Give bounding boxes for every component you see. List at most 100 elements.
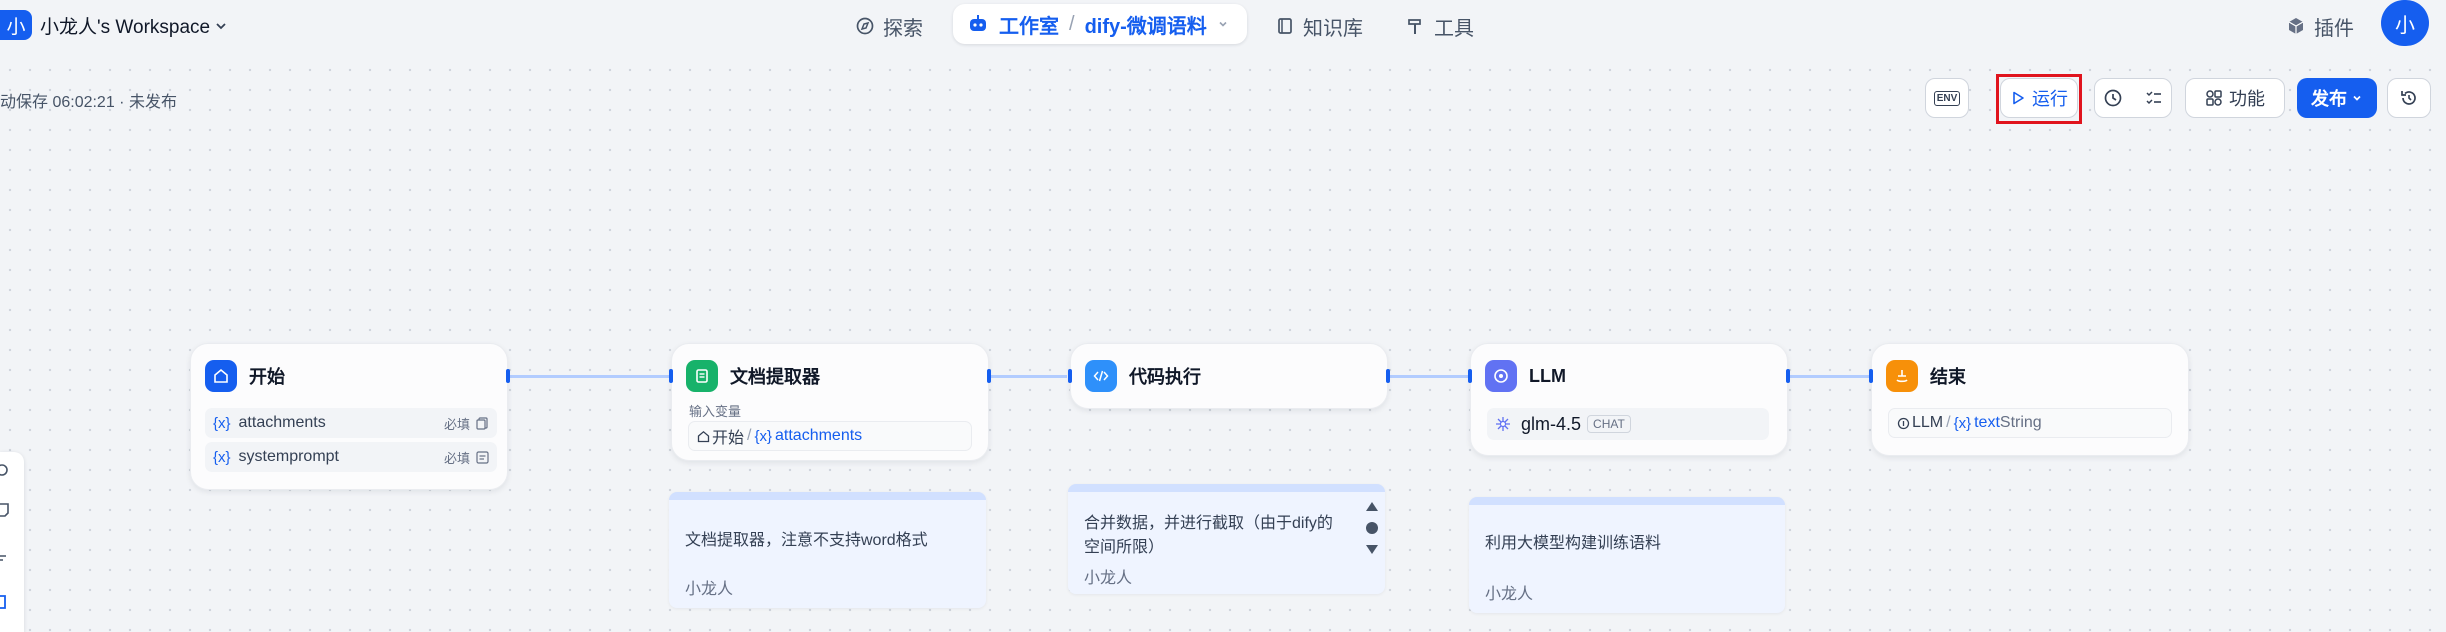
output-handle[interactable] [1386,369,1390,383]
end-output-variable[interactable]: LLM / {x} text String [1888,408,2172,438]
llm-model-selector[interactable]: glm-4.5 CHAT [1487,408,1769,440]
pointer-tool-icon[interactable] [0,462,12,478]
file-list-icon [476,416,488,430]
nav-explore-label: 探索 [883,17,923,40]
start-var-name: attachments [238,414,326,431]
note-text: 合并数据，并进行截取（由于dify的空间所限） [1084,515,1333,556]
env-icon: ENV [1933,90,1961,106]
code-icon [1085,360,1117,392]
checklist-icon[interactable] [2144,88,2164,108]
checklist-group [2094,78,2172,118]
note-doc-extractor[interactable]: 文档提取器，注意不支持word格式 小龙人 [669,492,986,608]
workspace-badge[interactable]: 小 [0,10,32,40]
note-text: 利用大模型构建训练语料 [1485,535,1662,552]
chevron-down-icon [1219,21,1227,27]
note-llm[interactable]: 利用大模型构建训练语料 小龙人 [1469,497,1785,613]
input-variable-label: 输入变量 [689,404,742,419]
compass-icon [856,17,874,35]
node-doc-extractor[interactable]: 文档提取器 输入变量 开始 / {x} attachments [669,343,991,461]
features-button[interactable]: 功能 [2185,78,2285,118]
edge-doc-code [991,375,1067,378]
node-code-header: 代码执行 [1085,360,1201,392]
note-author: 小龙人 [1084,570,1133,587]
sparkle-model-icon [1496,417,1510,431]
save-status: 动保存 06:02:21 · 未发布 [0,94,177,111]
input-handle[interactable] [1068,369,1072,383]
node-end-title: 结束 [1930,367,1966,387]
variable-icon: {x} [213,414,231,432]
node-start-header: 开始 [205,360,285,392]
node-llm[interactable]: LLM glm-4.5 CHAT [1468,343,1790,456]
history-clock-icon[interactable] [2103,88,2123,108]
edge-llm-end [1789,375,1870,378]
node-start-title: 开始 [249,367,285,387]
llm-source-icon [1897,417,1910,429]
note-author: 小龙人 [685,581,734,598]
node-code[interactable]: 代码执行 [1068,343,1390,409]
publish-button[interactable]: 发布 [2297,78,2377,118]
nav-knowledge[interactable]: 知识库 [1275,8,1363,44]
start-var-row[interactable]: {x} attachments 必填 [205,408,497,438]
user-avatar[interactable]: 小 [2381,0,2429,46]
nav-plugins[interactable]: 插件 [2286,8,2354,44]
output-handle[interactable] [987,369,991,383]
start-var-row[interactable]: {x} systemprompt 必填 [205,442,497,472]
breadcrumb-separator: / [1069,12,1075,35]
input-handle[interactable] [1468,369,1472,383]
env-button[interactable]: ENV [1925,78,1969,118]
brain-icon [1485,360,1517,392]
top-header: 小 小龙人's Workspace 探索 工作室 / dify-微调语料 知识库… [0,0,2446,56]
nav-studio-label: 工作室 [999,15,1059,38]
node-llm-header: LLM [1485,360,1566,392]
node-doc-title: 文档提取器 [730,367,820,387]
node-start[interactable]: 开始 {x} attachments 必填 {x} systemprompt 必… [190,343,510,490]
hand-tool-icon[interactable] [0,592,12,612]
robot-icon [970,15,986,31]
nav-explore[interactable]: 探索 [855,8,923,44]
home-icon [205,360,237,392]
variable-icon: {x} [754,427,772,445]
note-author: 小龙人 [1485,586,1534,603]
nav-plugins-label: 插件 [2314,17,2354,40]
node-doc-header: 文档提取器 [686,360,820,392]
book-icon [1278,18,1292,34]
arrow-down-icon[interactable] [1364,542,1380,556]
variable-icon: {x} [213,448,231,466]
arrow-up-icon[interactable] [1364,500,1380,514]
document-icon [686,360,718,392]
canvas-tool-strip [0,452,24,632]
required-tag: 必填 [444,414,489,433]
doc-input-variable[interactable]: 开始 / {x} attachments [688,421,972,451]
workspace-switcher[interactable]: 小龙人's Workspace [40,12,228,39]
input-source-node: 开始 [712,430,745,447]
nav-studio[interactable]: 工作室 / dify-微调语料 [953,4,1247,44]
nav-tools-label: 工具 [1434,17,1474,40]
app-name[interactable]: dify-微调语料 [1085,10,1207,39]
note-text: 文档提取器，注意不支持word格式 [685,532,928,549]
model-name: glm-4.5 [1521,413,1582,434]
node-end[interactable]: 结束 LLM / {x} text String [1869,343,2189,456]
cube-icon [2288,18,2304,34]
hammer-icon [1408,19,1421,34]
workspace-name: 小龙人's Workspace [40,17,211,38]
output-handle[interactable] [1786,369,1790,383]
edge-start-doc [509,375,670,378]
required-label: 必填 [443,450,470,466]
features-label: 功能 [2229,89,2265,109]
nav-tools[interactable]: 工具 [1406,8,1474,44]
note-code[interactable]: 合并数据，并进行截取（由于dify的空间所限） 小龙人 [1068,484,1385,594]
output-variable-type: String [1999,414,2042,431]
output-handle[interactable] [506,369,510,383]
path-separator: / [747,427,752,444]
note-scroll-controls[interactable] [1364,500,1380,561]
home-icon [697,430,710,442]
version-history-button[interactable] [2387,78,2431,118]
input-variable-name: attachments [775,427,863,444]
layout-tool-icon[interactable] [0,550,12,566]
scroll-dot-icon[interactable] [1364,519,1380,537]
node-code-title: 代码执行 [1129,367,1201,387]
note-tool-icon[interactable] [0,502,12,518]
chevron-down-icon [2353,95,2361,101]
input-handle[interactable] [1869,369,1873,383]
input-handle[interactable] [669,369,673,383]
